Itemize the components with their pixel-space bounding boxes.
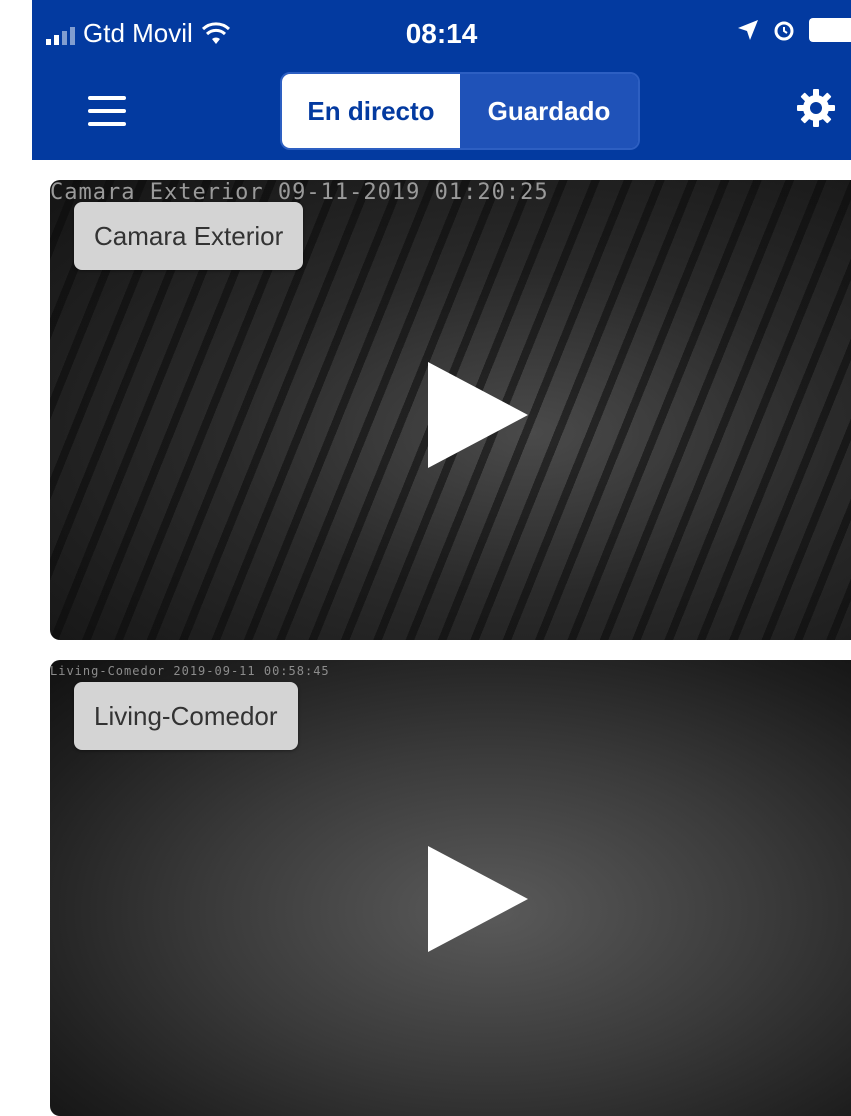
- camera-feed-living-comedor[interactable]: Living-Comedor 2019-09-11 00:58:45 Livin…: [50, 660, 851, 1116]
- play-icon[interactable]: [424, 360, 534, 470]
- camera-label: Camara Exterior: [74, 202, 304, 270]
- battery-icon: [809, 18, 851, 42]
- play-icon[interactable]: [424, 844, 534, 954]
- view-mode-segmented-control: En directo Guardado: [280, 72, 640, 150]
- camera-label: Living-Comedor: [74, 682, 298, 750]
- alarm-icon: [774, 21, 794, 41]
- tab-guardado[interactable]: Guardado: [460, 74, 638, 148]
- tab-en-directo[interactable]: En directo: [282, 74, 460, 148]
- camera-feed-exterior[interactable]: Camara Exterior 09-11-2019 01:20:25 Cama…: [50, 180, 851, 640]
- hamburger-menu-icon[interactable]: [88, 96, 126, 130]
- gear-icon[interactable]: [796, 88, 836, 128]
- status-bar: Gtd Movil 08:14: [32, 0, 851, 72]
- location-arrow-icon: [738, 20, 758, 40]
- nav-bar: En directo Guardado: [32, 72, 851, 160]
- status-right: [737, 18, 851, 42]
- camera-overlay-text: Living-Comedor 2019-09-11 00:58:45: [50, 664, 330, 678]
- status-time: 08:14: [405, 18, 478, 49]
